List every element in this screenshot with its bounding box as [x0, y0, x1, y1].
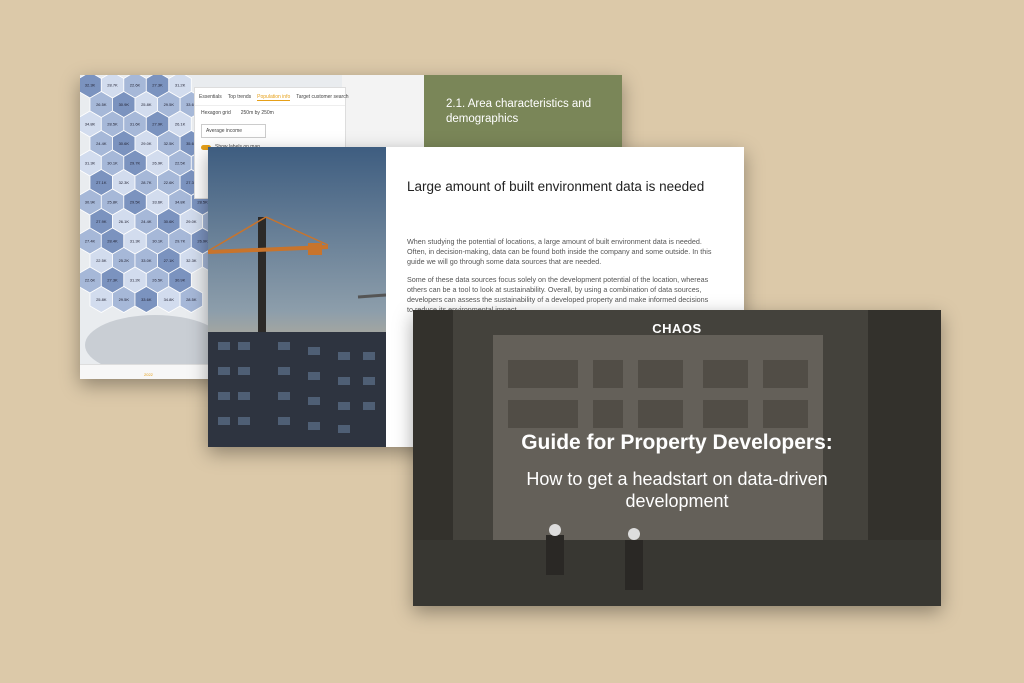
- hex-label: 32.3K: [85, 83, 96, 88]
- hex-label: 30.9K: [85, 200, 96, 205]
- building-site-photo: [413, 310, 941, 606]
- hex-label: 34.8K: [164, 297, 175, 302]
- hex-label: 22.5K: [96, 258, 107, 263]
- hex-label: 28.7K: [141, 180, 152, 185]
- cover-title: Guide for Property Developers:: [521, 431, 833, 454]
- hex-label: 26.1K: [119, 219, 130, 224]
- hex-label: 30.6K: [119, 141, 130, 146]
- hex-label: 28.5K: [107, 122, 118, 127]
- hex-label: 29.7K: [130, 161, 141, 166]
- hex-label: 30.6K: [164, 219, 175, 224]
- hex-label: 27.3K: [152, 83, 163, 88]
- hex-label: 25.8K: [96, 297, 107, 302]
- grid-options: Hexagon grid 250m by 250m: [195, 106, 345, 120]
- hex-label: 30.9K: [175, 278, 186, 283]
- hex-label: 27.3K: [107, 278, 118, 283]
- hex-label: 29.0K: [141, 141, 152, 146]
- hex-label: 31.3K: [130, 239, 141, 244]
- hex-label: 27.9K: [96, 219, 107, 224]
- grid-option-radio[interactable]: Hexagon grid: [201, 110, 231, 116]
- hex-label: 26.1K: [175, 122, 186, 127]
- hex-label: 29.5K: [130, 200, 141, 205]
- hex-label: 22.6K: [130, 83, 141, 88]
- timeline-year: 2022: [144, 372, 153, 377]
- cover-slide: CHAOS Guide for Property Developers: How…: [413, 310, 941, 606]
- hex-label: 28.4K: [107, 239, 118, 244]
- hex-label: 34.8K: [175, 200, 186, 205]
- hex-label: 31.6K: [130, 122, 141, 127]
- body-paragraph-1: When studying the potential of locations…: [407, 237, 712, 266]
- hex-label: 24.4K: [96, 141, 107, 146]
- hex-label: 30.1K: [107, 161, 118, 166]
- hex-label: 29.5K: [119, 297, 130, 302]
- hex-label: 31.2K: [130, 278, 141, 283]
- tab-population-info[interactable]: Population info: [257, 94, 291, 101]
- hex-label: 30.1K: [152, 239, 163, 244]
- hex-label: 32.5K: [164, 141, 175, 146]
- hex-label: 28.5K: [186, 297, 197, 302]
- hex-label: 27.4K: [85, 239, 96, 244]
- hex-label: 22.6K: [85, 278, 96, 283]
- hex-label: 26.5K: [152, 278, 163, 283]
- metric-select[interactable]: Average income: [201, 124, 266, 138]
- tab-top-trends[interactable]: Top trends: [228, 94, 251, 101]
- tab-essentials[interactable]: Essentials: [199, 94, 222, 101]
- hex-label: 32.3K: [119, 180, 130, 185]
- hex-label: 29.7K: [175, 239, 186, 244]
- hex-label: 31.3K: [85, 161, 96, 166]
- hex-label: 27.1K: [164, 258, 175, 263]
- hex-label: 26.5K: [96, 102, 107, 107]
- hex-label: 29.0K: [186, 219, 197, 224]
- slide-heading: Large amount of built environment data i…: [407, 179, 705, 194]
- hex-label: 33.0K: [141, 258, 152, 263]
- hex-label: 25.8K: [107, 200, 118, 205]
- hex-label: 33.6K: [141, 297, 152, 302]
- hex-label: 27.1K: [96, 180, 107, 185]
- hex-label: 22.5K: [175, 161, 186, 166]
- crane-illustration: [208, 147, 386, 447]
- tab-target-customer-search[interactable]: Target customer search: [296, 94, 348, 101]
- hex-label: 25.8K: [141, 102, 152, 107]
- hex-label: 28.7K: [107, 83, 118, 88]
- construction-crane-photo: [208, 147, 386, 447]
- hex-label: 24.4K: [141, 219, 152, 224]
- body-paragraph-2: Some of these data sources focus solely …: [407, 275, 709, 314]
- hex-label: 28.5K: [197, 200, 208, 205]
- panel-tabs: Essentials Top trends Population info Ta…: [195, 88, 349, 106]
- hex-label: 29.5K: [164, 102, 175, 107]
- hex-label: 30.9K: [119, 102, 130, 107]
- hex-label: 31.2K: [175, 83, 186, 88]
- hex-label: 32.3K: [186, 258, 197, 263]
- hex-label: 26.9K: [197, 239, 208, 244]
- section-title: 2.1. Area characteristics and demographi…: [446, 98, 592, 125]
- cell-size-radio[interactable]: 250m by 250m: [241, 110, 274, 116]
- brand-logo: CHAOS: [652, 321, 702, 336]
- hex-label: 34.8K: [85, 122, 96, 127]
- hex-label: 27.9K: [152, 122, 163, 127]
- hex-label: 22.6K: [164, 180, 175, 185]
- hex-label: 33.6K: [152, 200, 163, 205]
- cover-subtitle: How to get a headstart on data-driven de…: [526, 469, 828, 511]
- hex-label: 26.9K: [152, 161, 163, 166]
- hex-label: 25.2K: [119, 258, 130, 263]
